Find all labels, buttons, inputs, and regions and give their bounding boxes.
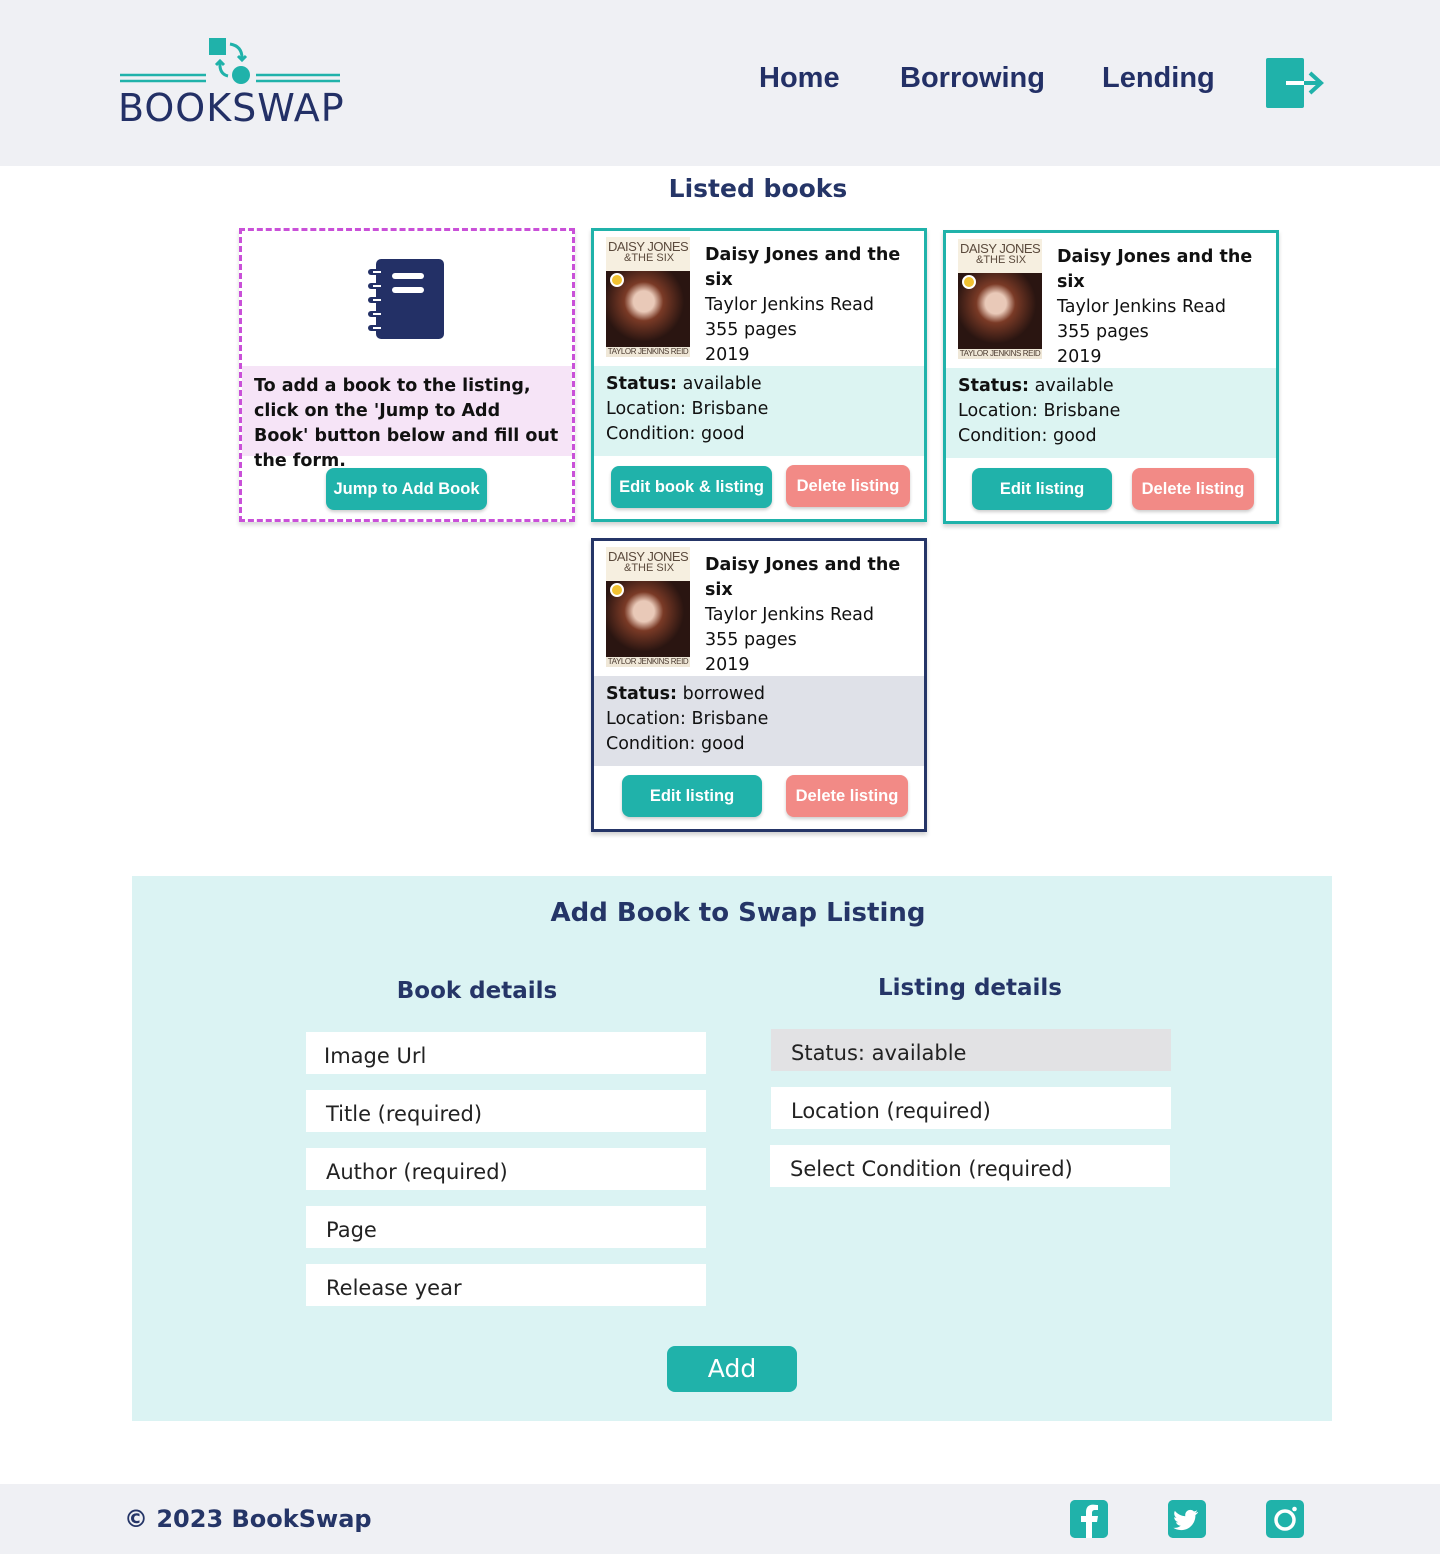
book-card: DAISY JONES &THE SIX TAYLOR JENKINS REID…	[591, 538, 927, 832]
book-author: Taylor Jenkins Read	[705, 605, 874, 625]
delete-listing-button[interactable]: Delete listing	[786, 775, 908, 817]
book-pages: 355 pages	[705, 630, 797, 650]
release-year-field[interactable]: Release year	[306, 1264, 706, 1306]
listing-location: Location: Brisbane	[606, 709, 769, 729]
book-card: DAISY JONES &THE SIX TAYLOR JENKINS REID…	[591, 228, 927, 522]
book-author: Taylor Jenkins Read	[705, 295, 874, 315]
book-pages: 355 pages	[1057, 322, 1149, 342]
location-field[interactable]: Location (required)	[771, 1087, 1171, 1129]
copyright: © 2023 BookSwap	[124, 1505, 372, 1533]
book-card: DAISY JONES &THE SIX TAYLOR JENKINS REID…	[943, 230, 1279, 524]
page-field[interactable]: Page	[306, 1206, 706, 1248]
listing-status: available	[1034, 376, 1114, 396]
listing-condition: Condition: good	[606, 734, 745, 754]
book-cover: DAISY JONES &THE SIX TAYLOR JENKINS REID	[606, 547, 690, 667]
notebook-icon	[368, 259, 444, 339]
author-field[interactable]: Author (required)	[306, 1148, 706, 1190]
listing-location: Location: Brisbane	[958, 401, 1121, 421]
edit-listing-button[interactable]: Edit listing	[972, 468, 1112, 510]
edit-book-listing-button[interactable]: Edit book & listing	[611, 466, 772, 508]
book-info: Daisy Jones and the six Taylor Jenkins R…	[705, 553, 924, 678]
book-info: Daisy Jones and the six Taylor Jenkins R…	[1057, 245, 1276, 370]
book-year: 2019	[705, 345, 750, 365]
book-details-heading: Book details	[396, 978, 558, 1004]
book-title: Daisy Jones and the six	[705, 245, 901, 290]
book-cover: DAISY JONES &THE SIX TAYLOR JENKINS REID	[958, 239, 1042, 359]
add-button[interactable]: Add	[667, 1346, 797, 1392]
twitter-icon[interactable]	[1168, 1500, 1206, 1538]
book-title: Daisy Jones and the six	[1057, 247, 1253, 292]
image-url-field[interactable]: Image Url	[306, 1032, 706, 1074]
status-field[interactable]: Status: available	[771, 1029, 1171, 1071]
nav-borrowing[interactable]: Borrowing	[900, 62, 1045, 95]
facebook-icon[interactable]	[1070, 1500, 1108, 1538]
listing-details-heading: Listing details	[878, 975, 1062, 1001]
listing-location: Location: Brisbane	[606, 399, 769, 419]
listing-status-block: Status: available Location: Brisbane Con…	[594, 366, 924, 456]
logout-icon[interactable]	[1266, 58, 1324, 108]
title-field[interactable]: Title (required)	[306, 1090, 706, 1132]
delete-listing-button[interactable]: Delete listing	[1132, 468, 1254, 510]
book-year: 2019	[705, 655, 750, 675]
book-pages: 355 pages	[705, 320, 797, 340]
book-year: 2019	[1057, 347, 1102, 367]
site-header: BOOKSWAP Home Borrowing Lending	[0, 0, 1440, 166]
instagram-icon[interactable]	[1266, 1500, 1304, 1538]
add-book-form: Add Book to Swap Listing Book details Li…	[132, 876, 1332, 1421]
book-cover: DAISY JONES &THE SIX TAYLOR JENKINS REID	[606, 237, 690, 357]
book-author: Taylor Jenkins Read	[1057, 297, 1226, 317]
delete-listing-button[interactable]: Delete listing	[786, 465, 910, 507]
listing-status-block: Status: available Location: Brisbane Con…	[946, 368, 1276, 458]
form-heading: Add Book to Swap Listing	[550, 898, 926, 928]
brand-name: BOOKSWAP	[118, 86, 345, 130]
edit-listing-button[interactable]: Edit listing	[622, 775, 762, 817]
listing-condition: Condition: good	[958, 426, 1097, 446]
site-footer: © 2023 BookSwap	[0, 1484, 1440, 1554]
listing-status: borrowed	[682, 684, 766, 704]
book-title: Daisy Jones and the six	[705, 555, 901, 600]
listing-status: available	[682, 374, 762, 394]
jump-to-add-book-button[interactable]: Jump to Add Book	[326, 468, 487, 510]
condition-select[interactable]: Select Condition (required)	[770, 1145, 1170, 1187]
add-book-hint: To add a book to the listing, click on t…	[242, 366, 572, 471]
add-book-card: To add a book to the listing, click on t…	[239, 228, 575, 522]
book-info: Daisy Jones and the six Taylor Jenkins R…	[705, 243, 924, 368]
nav-home[interactable]: Home	[759, 62, 840, 95]
listing-status-block: Status: borrowed Location: Brisbane Cond…	[594, 676, 924, 766]
nav-lending[interactable]: Lending	[1102, 62, 1215, 95]
listed-books-heading: Listed books	[668, 174, 848, 203]
listing-condition: Condition: good	[606, 424, 745, 444]
